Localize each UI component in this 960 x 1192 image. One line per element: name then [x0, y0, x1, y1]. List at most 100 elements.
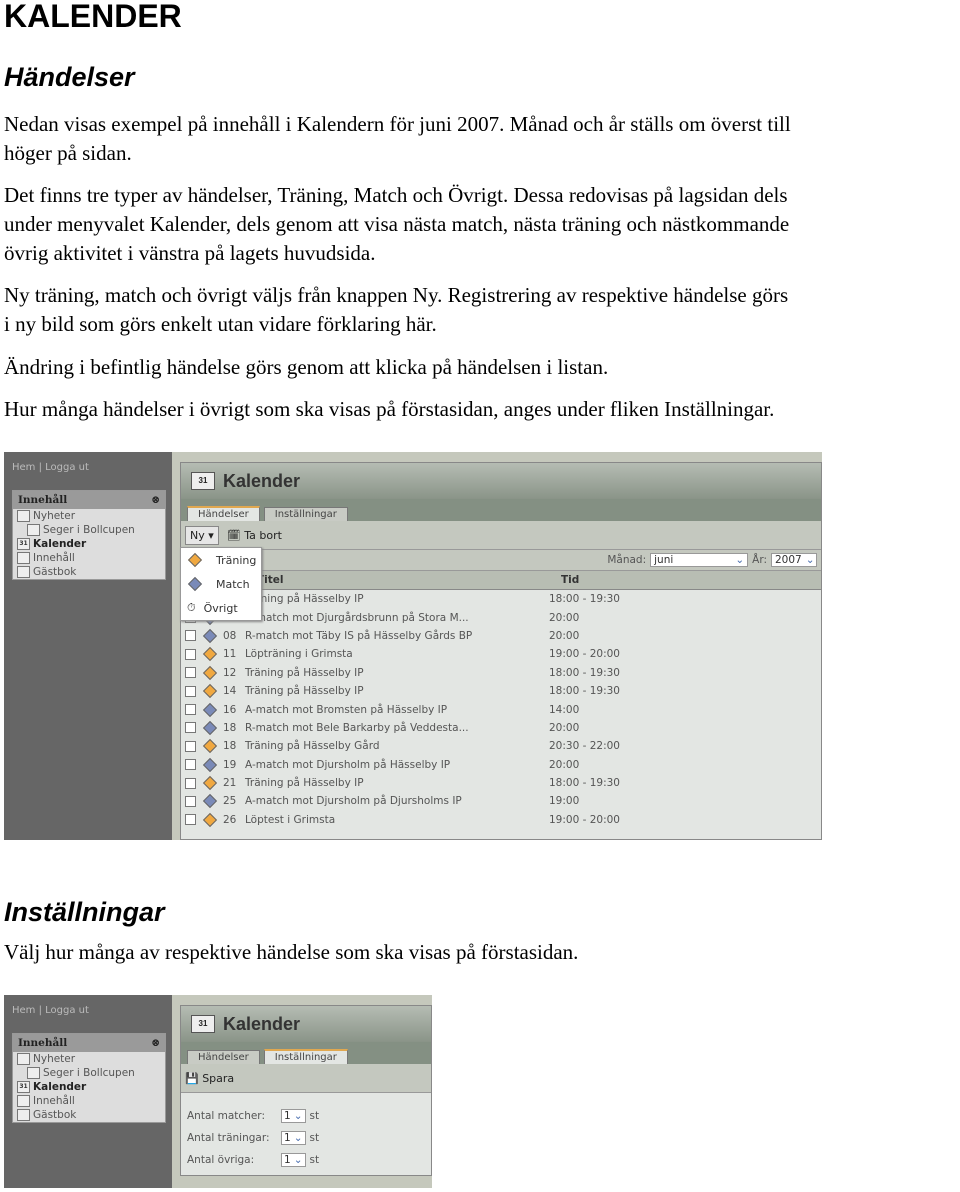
menu-item-ovrigt[interactable]: ⏱ Övrigt — [181, 596, 261, 620]
calendar-icon: 31 — [191, 1015, 215, 1033]
paragraph-line: Hur många händelser i övrigt som ska vis… — [4, 397, 775, 421]
top-links[interactable]: Hem | Logga ut — [12, 1005, 89, 1016]
row-checkbox[interactable] — [185, 759, 196, 771]
training-icon — [202, 665, 218, 680]
paragraph-line: i ny bild som görs enkelt utan vidare fö… — [4, 312, 437, 336]
count-select[interactable]: 1 ⌄ — [281, 1131, 306, 1145]
content-box: Innehåll ⊗ Nyheter Seger i Bollcupen 31 Kalen… — [12, 490, 166, 580]
new-button[interactable]: Ny ▾ — [185, 525, 219, 545]
table-row[interactable]: 25 A-match mot Djursholm på Djursholms IP… — [181, 792, 821, 810]
row-checkbox[interactable] — [185, 777, 196, 789]
setting-row: Antal matcher: 1 ⌄ st — [187, 1109, 320, 1123]
sidebar-item[interactable]: Gästbok — [13, 565, 165, 579]
page-icon — [27, 1067, 40, 1079]
col-time: Tid — [561, 574, 580, 586]
row-checkbox[interactable] — [185, 795, 196, 807]
table-row[interactable]: 08 R-match mot Täby IS på Hässelby Gårds … — [181, 627, 821, 645]
collapse-icon[interactable]: ⊗ — [151, 1037, 160, 1049]
sidebar: Hem | Logga ut Innehåll ⊗ Nyheter Seger i B… — [4, 995, 172, 1188]
match-icon — [202, 720, 218, 735]
page-icon — [27, 524, 40, 536]
sidebar-item[interactable]: Seger i Bollcupen — [13, 523, 165, 537]
section-title-handelser: Händelser — [4, 62, 135, 92]
paragraph-line: Det finns tre typer av händelser, Tränin… — [4, 183, 788, 207]
menu-item-traning[interactable]: Träning — [181, 548, 261, 572]
table-row[interactable]: 11 Löpträning i Grimsta 19:00 - 20:00 — [181, 645, 821, 663]
table-row[interactable]: 16 A-match mot Bromsten på Hässelby IP 14:… — [181, 700, 821, 718]
sidebar-item[interactable]: Seger i Bollcupen — [13, 1066, 165, 1080]
collapse-icon[interactable]: ⊗ — [151, 494, 160, 506]
table-row[interactable]: 19 A-match mot Djursholm på Hässelby IP 20… — [181, 756, 821, 774]
row-checkbox[interactable] — [185, 667, 196, 679]
calendar-icon: 31 — [17, 538, 30, 550]
sidebar-item[interactable]: Nyheter — [13, 1052, 165, 1066]
training-icon — [187, 552, 203, 568]
paragraph-line: Ändring i befintlig händelse görs genom … — [4, 355, 609, 379]
table-row[interactable]: 21 Träning på Hässelby IP 18:00 - 19:30 — [181, 774, 821, 792]
table-row[interactable]: A-match mot Djurgårdsbrunn på Stora M...… — [181, 608, 821, 626]
screenshot-settings: Hem | Logga ut Innehåll ⊗ Nyheter Seger i B… — [4, 995, 432, 1188]
training-icon — [202, 647, 218, 662]
row-checkbox[interactable] — [185, 722, 196, 734]
paragraph-line: övrig aktivitet i vänstra på lagets huvu… — [4, 241, 376, 265]
paragraph-line: Nedan visas exempel på innehåll i Kalend… — [4, 112, 791, 136]
table-row[interactable]: Träning på Hässelby IP 18:00 - 19:30 — [181, 590, 821, 608]
paragraph: Välj hur många av respektive händelse so… — [4, 940, 579, 964]
section-title-installningar: Inställningar — [4, 897, 165, 927]
content-icon — [17, 552, 30, 564]
row-checkbox[interactable] — [185, 740, 196, 752]
calendar-icon: 31 — [17, 1081, 30, 1093]
sidebar-item[interactable]: 31 Kalender — [13, 537, 165, 551]
row-checkbox[interactable] — [185, 630, 196, 642]
page-title: 31 Kalender — [181, 1006, 431, 1042]
training-icon — [202, 739, 218, 754]
clock-icon: ⏱ — [187, 601, 196, 614]
count-select[interactable]: 1 ⌄ — [281, 1109, 306, 1123]
count-select[interactable]: 1 ⌄ — [281, 1153, 306, 1167]
table-row[interactable]: 18 Träning på Hässelby Gård 20:30 - 22:00 — [181, 737, 821, 755]
tab-handelser[interactable]: Händelser — [187, 506, 260, 521]
table-row[interactable]: 14 Träning på Hässelby IP 18:00 - 19:30 — [181, 682, 821, 700]
match-icon — [202, 794, 218, 809]
guestbook-icon — [17, 566, 30, 578]
news-icon — [17, 510, 30, 522]
paragraph-line: höger på sidan. — [4, 141, 132, 165]
row-checkbox[interactable] — [185, 814, 196, 826]
top-links[interactable]: Hem | Logga ut — [12, 462, 89, 473]
sidebar-item[interactable]: Nyheter — [13, 509, 165, 523]
table-row[interactable]: 12 Träning på Hässelby IP 18:00 - 19:30 — [181, 664, 821, 682]
training-icon — [202, 812, 218, 827]
box-header: Innehåll ⊗ — [13, 491, 165, 509]
table-row[interactable]: 26 Löptest i Grimsta 19:00 - 20:00 — [181, 811, 821, 829]
page-title: 31 Kalender — [181, 463, 821, 499]
tab-installningar[interactable]: Inställningar — [263, 1049, 348, 1064]
row-checkbox[interactable] — [185, 685, 196, 697]
tab-installningar[interactable]: Inställningar — [263, 507, 348, 521]
training-icon — [202, 684, 218, 699]
calendar-icon: 31 — [191, 472, 215, 490]
sidebar: Hem | Logga ut Innehåll ⊗ Nyheter Seger i B… — [4, 452, 172, 840]
paragraph-line: under menyvalet Kalender, dels genom att… — [4, 212, 790, 236]
news-icon — [17, 1053, 30, 1065]
save-button[interactable]: 💾 Spara — [185, 1072, 234, 1085]
row-checkbox[interactable] — [185, 648, 196, 660]
sidebar-item[interactable]: Gästbok — [13, 1108, 165, 1122]
year-select[interactable]: 2007 ⌄ — [771, 553, 817, 567]
match-icon — [202, 628, 218, 644]
menu-item-match[interactable]: Match — [181, 572, 261, 596]
table-row[interactable]: 18 R-match mot Bele Barkarby på Veddesta.… — [181, 719, 821, 737]
sidebar-item[interactable]: Innehåll — [13, 1094, 165, 1108]
delete-button[interactable]: 🗓 Ta bort — [227, 529, 282, 542]
new-menu: Träning Match ⏱ Övrigt — [180, 547, 262, 621]
content-box: Innehåll ⊗ Nyheter Seger i Bollcupen 31 Kalen… — [12, 1033, 166, 1123]
month-select[interactable]: juni ⌄ — [650, 553, 749, 567]
sidebar-item[interactable]: Innehåll — [13, 551, 165, 565]
training-icon — [202, 776, 218, 791]
row-checkbox[interactable] — [185, 704, 196, 716]
tab-handelser[interactable]: Händelser — [187, 1050, 260, 1064]
setting-row: Antal övriga: 1 ⌄ st — [187, 1153, 320, 1167]
match-icon — [202, 757, 218, 772]
sidebar-item[interactable]: 31 Kalender — [13, 1080, 165, 1094]
document-heading: KALENDER — [4, 0, 182, 34]
guestbook-icon — [17, 1109, 30, 1121]
